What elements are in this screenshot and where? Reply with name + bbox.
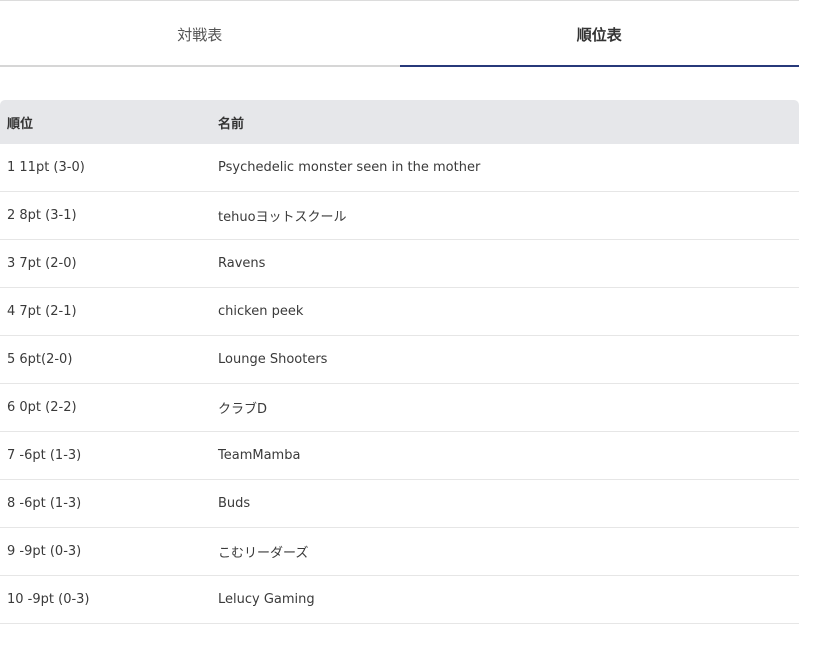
table-row: 3 7pt (2-0) Ravens — [0, 240, 799, 288]
team-name-cell: Lounge Shooters — [218, 352, 328, 367]
table-row: 5 6pt(2-0) Lounge Shooters — [0, 336, 799, 384]
header-rank: 順位 — [7, 116, 34, 132]
table-row: 10 -9pt (0-3) Lelucy Gaming — [0, 576, 799, 624]
table-row: 6 0pt (2-2) クラブD — [0, 384, 799, 432]
tab-bar: 対戦表 順位表 — [0, 1, 799, 67]
table-row: 4 7pt (2-1) chicken peek — [0, 288, 799, 336]
team-name-cell: chicken peek — [218, 304, 304, 319]
rank-cell: 8 -6pt (1-3) — [7, 496, 82, 511]
rank-cell: 5 6pt(2-0) — [7, 352, 73, 367]
team-name-cell: Lelucy Gaming — [218, 592, 315, 607]
table-row: 7 -6pt (1-3) TeamMamba — [0, 432, 799, 480]
table-row: 2 8pt (3-1) tehuoヨットスクール — [0, 192, 799, 240]
rank-cell: 6 0pt (2-2) — [7, 400, 77, 415]
rank-cell: 4 7pt (2-1) — [7, 304, 77, 319]
standings-table: 順位 名前 1 11pt (3-0) Psychedelic monster s… — [0, 100, 799, 624]
team-name-cell: Ravens — [218, 256, 266, 271]
rank-cell: 7 -6pt (1-3) — [7, 448, 82, 463]
table-row: 8 -6pt (1-3) Buds — [0, 480, 799, 528]
rank-cell: 10 -9pt (0-3) — [7, 592, 90, 607]
team-name-cell: こむリーダーズ — [218, 546, 309, 561]
table-row: 9 -9pt (0-3) こむリーダーズ — [0, 528, 799, 576]
tab-schedule[interactable]: 対戦表 — [0, 1, 400, 67]
team-name-cell: tehuoヨットスクール — [218, 210, 347, 225]
rank-cell: 9 -9pt (0-3) — [7, 544, 82, 559]
rank-cell: 2 8pt (3-1) — [7, 208, 77, 223]
table-header: 順位 名前 — [0, 100, 799, 144]
table-row: 1 11pt (3-0) Psychedelic monster seen in… — [0, 144, 799, 192]
rank-cell: 1 11pt (3-0) — [7, 160, 85, 175]
rank-cell: 3 7pt (2-0) — [7, 256, 77, 271]
team-name-cell: クラブD — [218, 402, 268, 417]
team-name-cell: Psychedelic monster seen in the mother — [218, 160, 481, 175]
tab-standings[interactable]: 順位表 — [399, 1, 799, 67]
standings-page: 対戦表 順位表 順位 名前 1 11pt (3-0) Psychedelic m… — [0, 0, 825, 647]
team-name-cell: Buds — [218, 496, 251, 511]
header-name: 名前 — [218, 116, 245, 132]
team-name-cell: TeamMamba — [218, 448, 301, 463]
